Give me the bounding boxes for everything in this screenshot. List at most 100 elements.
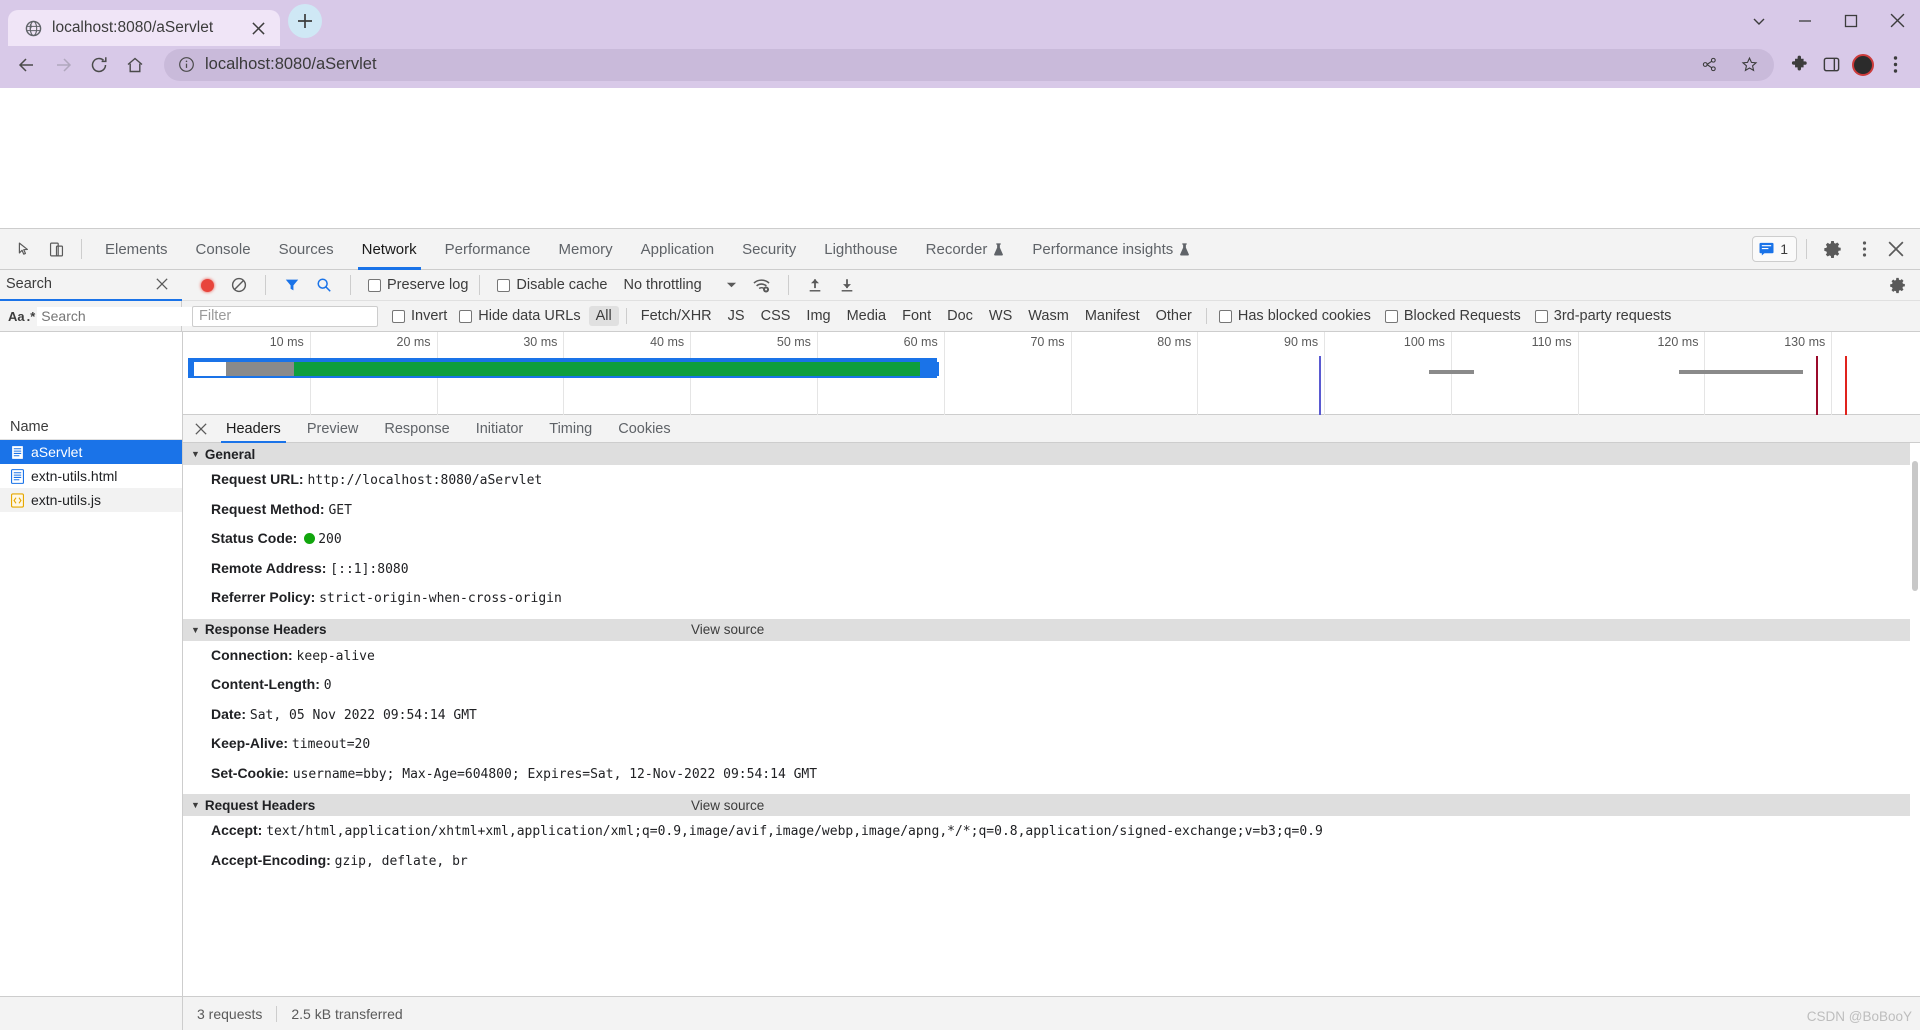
hide-data-urls-checkbox[interactable]: Hide data URLs xyxy=(459,308,581,324)
header-row: Referrer Policy: strict-origin-when-cros… xyxy=(183,583,1920,613)
overview-tick-label: 80 ms xyxy=(1157,335,1192,349)
overview-timeline[interactable]: 10 ms 20 ms 30 ms 40 ms 50 ms 60 ms 70 ms 80 ms… xyxy=(183,332,1920,415)
devtools-tab-elements[interactable]: Elements xyxy=(91,229,182,270)
devtools-tab-console[interactable]: Console xyxy=(182,229,265,270)
table-row[interactable]: extn-utils.html xyxy=(0,464,182,488)
info-circle-icon[interactable] xyxy=(178,56,195,73)
devtools-tab-security[interactable]: Security xyxy=(728,229,810,270)
headers-section-title[interactable]: ▼ Request Headers View source xyxy=(183,794,1920,817)
filter-input[interactable]: Filter xyxy=(192,305,378,327)
devtools-tab-performance-insights[interactable]: Performance insights xyxy=(1018,229,1204,270)
view-source-link[interactable]: View source xyxy=(691,798,764,813)
filter-type-css[interactable]: CSS xyxy=(754,306,798,326)
devtools-tab-recorder[interactable]: Recorder xyxy=(912,229,1019,270)
match-case-button[interactable]: Aa xyxy=(8,305,25,327)
chevron-down-icon[interactable] xyxy=(1736,0,1782,41)
detail-tab-headers[interactable]: Headers xyxy=(213,415,294,443)
back-button[interactable] xyxy=(10,48,44,82)
view-source-link[interactable]: View source xyxy=(691,622,764,637)
devtools-tab-memory[interactable]: Memory xyxy=(545,229,627,270)
new-tab-button[interactable] xyxy=(288,4,322,38)
request-list-header[interactable]: Name xyxy=(0,415,182,440)
devtools-tab-sources[interactable]: Sources xyxy=(265,229,348,270)
devtools-close-icon[interactable] xyxy=(1882,235,1910,263)
detail-tab-response[interactable]: Response xyxy=(371,415,462,443)
headers-section-title[interactable]: ▼ Response Headers View source xyxy=(183,618,1920,641)
funnel-icon[interactable] xyxy=(277,272,307,298)
checkbox-box[interactable] xyxy=(392,309,405,323)
blocked-requests-checkbox[interactable]: Blocked Requests xyxy=(1384,308,1521,324)
clear-icon[interactable] xyxy=(224,272,254,298)
filter-type-js[interactable]: JS xyxy=(721,306,752,326)
filter-type-media[interactable]: Media xyxy=(840,306,894,326)
filter-type-font[interactable]: Font xyxy=(895,306,938,326)
headers-section-title[interactable]: ▼ General xyxy=(183,443,1920,465)
detail-scrollbar[interactable] xyxy=(1910,443,1920,996)
puzzle-icon[interactable] xyxy=(1784,50,1814,80)
checkbox-box[interactable] xyxy=(459,309,473,323)
gear-icon[interactable] xyxy=(1882,272,1912,298)
gear-icon[interactable] xyxy=(1818,235,1846,263)
filter-type-manifest[interactable]: Manifest xyxy=(1078,306,1147,326)
search-icon[interactable] xyxy=(309,272,339,298)
devtools-tab-performance[interactable]: Performance xyxy=(431,229,545,270)
detail-tab-initiator[interactable]: Initiator xyxy=(463,415,537,443)
filter-type-ws[interactable]: WS xyxy=(982,306,1019,326)
checkbox-label: 3rd-party requests xyxy=(1553,308,1672,324)
reload-button[interactable] xyxy=(82,48,116,82)
checkbox-box[interactable] xyxy=(1384,309,1398,323)
filter-type-wasm[interactable]: Wasm xyxy=(1021,306,1076,326)
throttling-select[interactable]: No throttling xyxy=(623,277,736,293)
wifi-settings-icon[interactable] xyxy=(747,272,777,298)
close-icon[interactable] xyxy=(156,278,174,290)
devtools-tab-network[interactable]: Network xyxy=(348,229,431,270)
has-blocked-cookies-checkbox[interactable]: Has blocked cookies xyxy=(1218,308,1371,324)
table-row[interactable]: extn-utils.js xyxy=(0,488,182,512)
detail-tab-timing[interactable]: Timing xyxy=(536,415,605,443)
inspect-element-icon[interactable] xyxy=(10,235,38,263)
checkbox-box[interactable] xyxy=(497,278,511,292)
upload-har-icon[interactable] xyxy=(800,272,830,298)
star-icon[interactable] xyxy=(1734,50,1764,80)
filter-type-all[interactable]: All xyxy=(588,306,619,326)
overview-request-bar[interactable] xyxy=(188,358,940,378)
record-stop-icon[interactable] xyxy=(192,272,222,298)
filter-type-doc[interactable]: Doc xyxy=(940,306,980,326)
download-har-icon[interactable] xyxy=(832,272,862,298)
browser-tab[interactable]: localhost:8080/aServlet xyxy=(8,10,280,46)
share-icon[interactable] xyxy=(1694,50,1724,80)
kebab-menu-icon[interactable] xyxy=(1850,235,1878,263)
detail-tab-cookies[interactable]: Cookies xyxy=(605,415,683,443)
minimize-button[interactable] xyxy=(1782,0,1828,41)
panel-icon[interactable] xyxy=(1816,50,1846,80)
console-message-badge[interactable]: 1 xyxy=(1752,236,1797,262)
address-bar[interactable]: localhost:8080/aServlet xyxy=(164,48,1774,81)
third-party-requests-checkbox[interactable]: 3rd-party requests xyxy=(1534,308,1672,324)
detail-close-icon[interactable] xyxy=(189,417,213,441)
disable-cache-checkbox[interactable]: Disable cache xyxy=(497,277,607,293)
checkbox-box[interactable] xyxy=(1534,309,1548,323)
scrollbar-thumb[interactable] xyxy=(1912,461,1918,591)
kebab-menu-icon[interactable] xyxy=(1880,50,1910,80)
home-button[interactable] xyxy=(118,48,152,82)
checkbox-box[interactable] xyxy=(368,278,381,292)
close-icon[interactable] xyxy=(248,18,268,38)
network-overview-chart[interactable]: 10 ms 20 ms 30 ms 40 ms 50 ms 60 ms 70 ms 80 ms… xyxy=(0,332,1920,415)
flask-icon xyxy=(993,242,1004,256)
filter-type-fetch-xhr[interactable]: Fetch/XHR xyxy=(634,306,719,326)
regex-button[interactable]: .* xyxy=(27,305,36,327)
avatar-icon[interactable] xyxy=(1848,50,1878,80)
invert-checkbox[interactable]: Invert xyxy=(392,308,447,324)
devtools-tab-lighthouse[interactable]: Lighthouse xyxy=(810,229,911,270)
maximize-button[interactable] xyxy=(1828,0,1874,41)
preserve-log-checkbox[interactable]: Preserve log xyxy=(368,277,468,293)
forward-button[interactable] xyxy=(46,48,80,82)
checkbox-box[interactable] xyxy=(1218,309,1232,323)
filter-type-img[interactable]: Img xyxy=(799,306,837,326)
detail-tab-preview[interactable]: Preview xyxy=(294,415,372,443)
table-row[interactable]: aServlet xyxy=(0,440,182,464)
devtools-tab-application[interactable]: Application xyxy=(627,229,728,270)
window-close-button[interactable] xyxy=(1874,0,1920,41)
filter-type-other[interactable]: Other xyxy=(1149,306,1199,326)
device-toolbar-icon[interactable] xyxy=(42,235,70,263)
